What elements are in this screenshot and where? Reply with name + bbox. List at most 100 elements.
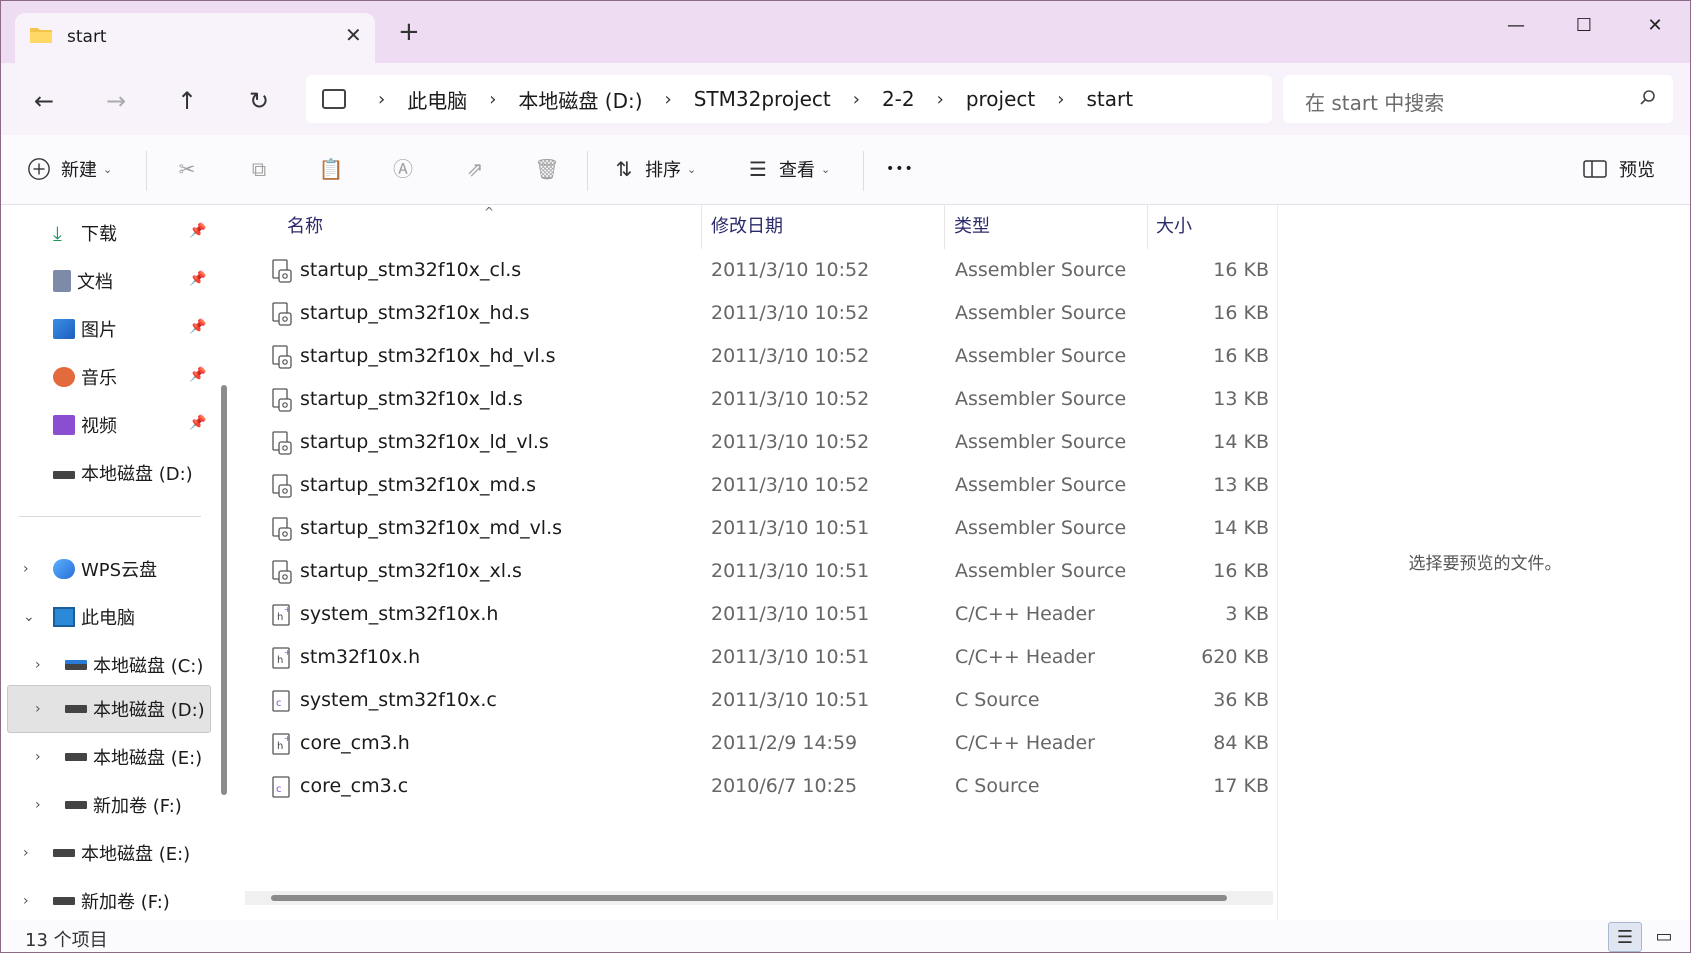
sidebar-item-wps-cloud[interactable]: › WPS云盘 [23, 549, 157, 589]
column-header-label: 类型 [954, 216, 990, 237]
sidebar-item-videos[interactable]: 视频 [53, 405, 117, 445]
tab-close-icon[interactable]: ✕ [345, 23, 362, 47]
table-row[interactable]: h + stm32f10x.h 2011/3/10 10:51 C/C++ Header… [239, 636, 1277, 679]
close-button[interactable]: ✕ [1635, 11, 1675, 41]
sidebar-item-label: 下载 [81, 224, 117, 245]
back-button[interactable]: ← [26, 83, 62, 119]
sidebar-item-this-pc[interactable]: ⌄ 此电脑 [23, 597, 135, 637]
table-row[interactable]: startup_stm32f10x_hd.s 2011/3/10 10:52 Ass… [239, 292, 1277, 335]
search-input[interactable]: 在 start 中搜索 [1305, 87, 1444, 116]
pin-icon[interactable]: 📌 [189, 415, 206, 431]
file-name: startup_stm32f10x_cl.s [300, 259, 522, 281]
file-type: C/C++ Header [955, 732, 1095, 754]
column-divider[interactable] [1147, 205, 1148, 249]
scrollbar-thumb[interactable] [271, 895, 1227, 901]
delete-button[interactable]: 🗑 [534, 151, 560, 187]
table-row[interactable]: startup_stm32f10x_ld.s 2011/3/10 10:52 Ass… [239, 378, 1277, 421]
sidebar-item-drive-e[interactable]: › 本地磁盘 (E:) [35, 737, 202, 777]
paste-button[interactable]: 📋 [318, 151, 344, 187]
chevron-right-icon[interactable]: › [937, 89, 944, 110]
minimize-button[interactable]: — [1496, 11, 1536, 41]
breadcrumb-start[interactable]: start [1086, 87, 1133, 111]
sidebar-item-documents[interactable]: 文档 [53, 261, 113, 301]
horizontal-scrollbar[interactable] [245, 891, 1273, 905]
more-options-button[interactable]: ••• [886, 151, 914, 187]
new-button[interactable]: 新建 ⌄ [27, 151, 112, 187]
table-row[interactable]: startup_stm32f10x_ld_vl.s 2011/3/10 10:52… [239, 421, 1277, 464]
pin-icon[interactable]: 📌 [189, 271, 206, 287]
column-header-name[interactable]: 名称 [287, 205, 687, 245]
chevron-right-icon[interactable]: › [35, 797, 41, 813]
sort-icon: ⇅ [615, 157, 633, 181]
sort-button[interactable]: ⇅ 排序 ⌄ [611, 151, 697, 187]
large-icons-view-button[interactable]: ▭ [1647, 922, 1681, 952]
table-row[interactable]: startup_stm32f10x_xl.s 2011/3/10 10:51 Ass… [239, 550, 1277, 593]
chevron-down-icon[interactable]: ⌄ [23, 609, 35, 625]
chevron-right-icon[interactable]: › [1057, 89, 1064, 110]
document-icon [53, 270, 71, 292]
details-view-button[interactable]: ☰ [1608, 922, 1642, 952]
column-header-size[interactable]: 大小 [1156, 205, 1266, 245]
chevron-right-icon[interactable]: › [35, 701, 41, 717]
breadcrumb-project[interactable]: project [966, 87, 1035, 111]
sidebar-item-drive-d-quick[interactable]: 本地磁盘 (D:) [53, 453, 193, 493]
chevron-right-icon[interactable]: › [23, 893, 29, 909]
share-button[interactable]: ⇗ [462, 151, 488, 187]
sidebar-item-pictures[interactable]: 图片 [53, 309, 117, 349]
rename-button[interactable]: Ⓐ [390, 151, 416, 187]
table-row[interactable]: h + core_cm3.h 2011/2/9 14:59 C/C++ Header 84… [239, 722, 1277, 765]
chevron-right-icon[interactable]: › [853, 89, 860, 110]
breadcrumb-this-pc[interactable]: 此电脑 [407, 85, 467, 114]
forward-button[interactable]: → [98, 83, 134, 119]
column-header-type[interactable]: 类型 [954, 205, 1144, 245]
table-row[interactable]: startup_stm32f10x_hd_vl.s 2011/3/10 10:52… [239, 335, 1277, 378]
preview-pane-icon [1583, 160, 1607, 178]
sidebar-item-drive-c[interactable]: › 本地磁盘 (C:) [35, 645, 203, 685]
search-box[interactable]: 在 start 中搜索 [1283, 75, 1673, 123]
up-button[interactable]: ↑ [169, 83, 205, 119]
tab-start[interactable]: start ✕ [15, 13, 375, 63]
sidebar-item-downloads[interactable]: ⤓ 下载 [53, 213, 117, 253]
refresh-button[interactable]: ↻ [241, 83, 277, 119]
cut-button[interactable]: ✂ [174, 151, 200, 187]
sidebar-item-drive-f[interactable]: › 新加卷 (F:) [35, 785, 182, 825]
table-row[interactable]: c core_cm3.c 2010/6/7 10:25 C Source 17 KB [239, 765, 1277, 808]
maximize-button[interactable]: ☐ [1564, 11, 1604, 41]
assembler-file-icon [271, 388, 293, 412]
breadcrumb-stm32project[interactable]: STM32project [694, 87, 831, 111]
drive-icon [65, 705, 87, 713]
preview-pane-button[interactable]: 预览 [1583, 151, 1655, 187]
sidebar-scrollbar[interactable] [221, 385, 227, 795]
chevron-right-icon[interactable]: › [23, 845, 29, 861]
sidebar-item-drive-e-root[interactable]: › 本地磁盘 (E:) [23, 833, 190, 873]
more-icon: ••• [886, 161, 914, 177]
breadcrumb-drive-d[interactable]: 本地磁盘 (D:) [518, 85, 642, 114]
sidebar-item-music[interactable]: 音乐 [53, 357, 117, 397]
sidebar-item-drive-f-root[interactable]: › 新加卷 (F:) [23, 881, 170, 921]
table-row[interactable]: h + system_stm32f10x.h 2011/3/10 10:51 C/C++… [239, 593, 1277, 636]
sidebar-divider [19, 516, 201, 517]
column-divider[interactable] [701, 205, 702, 249]
pin-icon[interactable]: 📌 [189, 367, 206, 383]
new-tab-button[interactable]: + [398, 19, 420, 45]
breadcrumb-2-2[interactable]: 2-2 [882, 87, 915, 111]
table-row[interactable]: startup_stm32f10x_md.s 2011/3/10 10:52 Ass… [239, 464, 1277, 507]
pin-icon[interactable]: 📌 [189, 223, 206, 239]
table-row[interactable]: startup_stm32f10x_md_vl.s 2011/3/10 10:51… [239, 507, 1277, 550]
sidebar-item-drive-d[interactable]: › 本地磁盘 (D:) [35, 689, 205, 729]
chevron-right-icon[interactable]: › [35, 657, 41, 673]
chevron-right-icon[interactable]: › [23, 561, 29, 577]
chevron-right-icon[interactable]: › [489, 89, 496, 110]
chevron-right-icon[interactable]: › [378, 89, 385, 110]
copy-button[interactable]: ⧉ [246, 151, 272, 187]
chevron-right-icon[interactable]: › [35, 749, 41, 765]
column-divider[interactable] [944, 205, 945, 249]
table-row[interactable]: c system_stm32f10x.c 2011/3/10 10:51 C Sour… [239, 679, 1277, 722]
chevron-right-icon[interactable]: › [665, 89, 672, 110]
view-list-icon: ☰ [749, 157, 767, 181]
view-button[interactable]: ☰ 查看 ⌄ [745, 151, 830, 187]
address-bar[interactable]: › 此电脑 › 本地磁盘 (D:) › STM32project › 2-2 ›… [306, 75, 1272, 123]
pin-icon[interactable]: 📌 [189, 319, 206, 335]
table-row[interactable]: startup_stm32f10x_cl.s 2011/3/10 10:52 Ass… [239, 249, 1277, 292]
column-header-date[interactable]: 修改日期 [711, 205, 941, 245]
